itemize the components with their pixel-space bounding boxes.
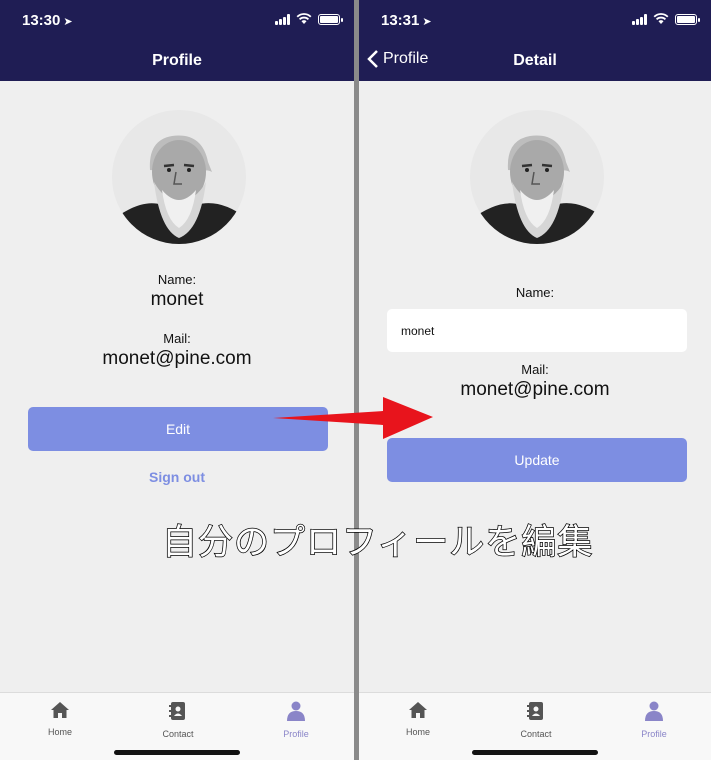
page-title: Detail xyxy=(513,52,557,69)
profile-screen: 13:30 ➤ Profile Name: monet Mail: monet@p… xyxy=(0,0,354,760)
signal-icon xyxy=(275,13,290,25)
tab-home-label: Home xyxy=(405,727,430,737)
tab-bar: Home Contact Profile xyxy=(0,692,354,760)
avatar xyxy=(112,110,246,244)
tab-home[interactable]: Home xyxy=(378,701,458,737)
battery-icon xyxy=(675,13,700,25)
tab-bar: Home Contact Profile xyxy=(359,692,711,760)
home-icon xyxy=(51,702,69,718)
detail-screen: 13:31➤ Profile Detail Name: Mail: monet@… xyxy=(359,0,711,760)
status-icons xyxy=(632,13,700,25)
location-arrow-icon: ➤ xyxy=(422,16,432,28)
nav-header: 13:30 ➤ Profile xyxy=(0,0,354,81)
person-icon xyxy=(287,701,305,721)
contact-book-icon xyxy=(527,702,543,720)
person-icon xyxy=(645,701,663,721)
status-time: 13:31 ➤ xyxy=(381,12,432,29)
page-title: Profile xyxy=(152,52,202,69)
status-time: 13:30 ➤ xyxy=(22,12,73,29)
contact-book-icon xyxy=(169,702,185,720)
location-arrow-icon: ➤ xyxy=(63,16,73,28)
status-icons xyxy=(275,13,343,25)
mail-label: Mail: xyxy=(521,362,549,377)
home-indicator[interactable] xyxy=(472,750,598,755)
tab-profile[interactable]: Profile xyxy=(256,701,336,739)
name-label: Name: xyxy=(157,272,197,287)
tab-profile-label: Profile xyxy=(641,729,667,739)
home-icon xyxy=(409,702,427,718)
tab-contact-label: Contact xyxy=(162,729,194,739)
sign-out-link[interactable]: Sign out xyxy=(0,469,354,485)
wifi-icon xyxy=(296,13,312,24)
tab-contact[interactable]: Contact xyxy=(496,701,576,739)
mail-value: monet@pine.com xyxy=(102,348,252,369)
mail-label: Mail: xyxy=(163,331,191,346)
home-indicator[interactable] xyxy=(114,750,240,755)
transition-arrow-icon xyxy=(273,397,433,439)
tab-home-label: Home xyxy=(47,727,72,737)
wifi-icon xyxy=(653,13,669,24)
tab-profile[interactable]: Profile xyxy=(614,701,694,739)
tab-contact[interactable]: Contact xyxy=(138,701,218,739)
tab-contact-label: Contact xyxy=(520,729,552,739)
tab-home[interactable]: Home xyxy=(20,701,100,737)
avatar xyxy=(470,110,604,244)
battery-icon xyxy=(318,13,343,25)
update-button[interactable]: Update xyxy=(387,438,687,482)
overlay-caption: 自分のプロフィールを編集 xyxy=(161,522,594,564)
nav-header: 13:31 ➤ Profile Detail xyxy=(359,0,711,81)
tab-profile-label: Profile xyxy=(283,729,309,739)
status-time-text: 13:31 xyxy=(381,12,420,29)
name-input[interactable] xyxy=(387,309,687,352)
name-value: monet xyxy=(150,289,204,310)
signal-icon xyxy=(632,13,647,25)
status-time-text: 13:30 xyxy=(22,12,61,29)
name-label: Name: xyxy=(515,285,555,300)
